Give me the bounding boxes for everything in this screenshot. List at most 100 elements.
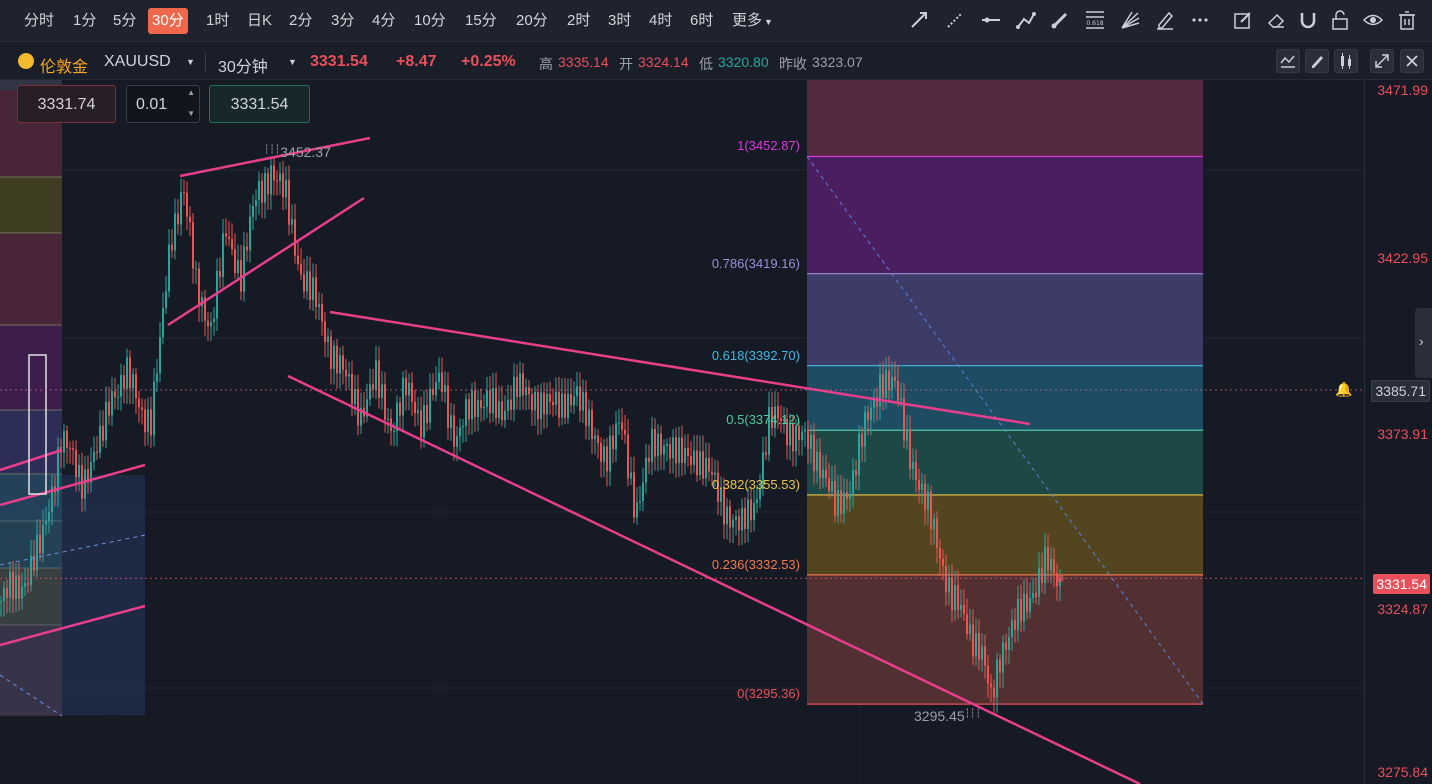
candle-body xyxy=(372,384,374,390)
candle-body xyxy=(63,430,65,453)
candle-body xyxy=(660,433,662,455)
brush-icon[interactable] xyxy=(1049,9,1071,31)
stepper-down-icon[interactable]: ▼ xyxy=(187,95,195,133)
trash-icon[interactable] xyxy=(1396,9,1418,31)
candle-body xyxy=(885,370,887,398)
tf-10min[interactable]: 10分 xyxy=(414,8,446,34)
candle-body xyxy=(234,249,236,273)
tf-2min[interactable]: 2分 xyxy=(289,8,312,34)
tf-20min[interactable]: 20分 xyxy=(516,8,548,34)
quantity-stepper[interactable]: 0.01 ▲ ▼ xyxy=(126,85,200,123)
candle-body xyxy=(324,321,326,343)
high-annotation: ┆┆┆3452.37 xyxy=(264,144,331,160)
eraser-icon[interactable] xyxy=(1265,9,1287,31)
candle-body xyxy=(111,391,113,416)
symbol-name[interactable]: 伦敦金 xyxy=(40,53,88,77)
candle-body xyxy=(18,575,20,599)
symbol-dropdown-icon[interactable]: ▼ xyxy=(186,57,195,67)
candle-body xyxy=(147,409,149,433)
tf-daily[interactable]: 日K xyxy=(247,8,272,34)
candle-body xyxy=(567,393,569,418)
candle-body xyxy=(1044,547,1046,584)
candle-body xyxy=(705,457,707,479)
lock-icon[interactable] xyxy=(1329,9,1351,31)
eye-icon[interactable] xyxy=(1362,9,1384,31)
candle-body xyxy=(519,373,521,397)
candle-body xyxy=(408,382,410,396)
divider xyxy=(205,53,206,71)
candle-body xyxy=(708,457,710,472)
candle-body xyxy=(906,429,908,441)
horizontal-line-icon[interactable] xyxy=(980,9,1002,31)
left-fib-band xyxy=(0,177,62,233)
candle-body xyxy=(237,260,239,273)
side-panel-toggle[interactable]: › xyxy=(1415,308,1432,378)
low-value: 3320.80 xyxy=(718,54,769,70)
candle-body xyxy=(819,451,821,479)
tf-more-menu[interactable]: 更多 ▼ xyxy=(732,8,773,34)
candle-body xyxy=(840,490,842,514)
price-axis[interactable]: 3471.99 3422.95 3373.91 3324.87 3275.84 … xyxy=(1364,80,1432,784)
candle-body xyxy=(351,373,353,405)
buy-price-box[interactable]: 3331.54 xyxy=(209,85,310,123)
tf-15min[interactable]: 15分 xyxy=(465,8,497,34)
period-dropdown-icon[interactable]: ▼ xyxy=(288,57,297,67)
alert-price-tag[interactable]: 3385.71 xyxy=(1371,380,1430,402)
candle-body xyxy=(36,534,38,571)
tf-4min[interactable]: 4分 xyxy=(372,8,395,34)
alarm-bell-icon[interactable]: 🔔 xyxy=(1335,381,1352,398)
ray-line-icon[interactable] xyxy=(944,9,966,31)
candle-body xyxy=(480,400,482,409)
indicator-button[interactable] xyxy=(1276,49,1300,73)
candle-body xyxy=(960,604,962,610)
candle-body xyxy=(42,524,44,554)
fib-level-label: 0.236(3332.53) xyxy=(711,556,800,572)
candle-body xyxy=(315,277,317,308)
pen-icon[interactable] xyxy=(1154,9,1176,31)
candle-body xyxy=(345,369,347,377)
tf-30min[interactable]: 30分 xyxy=(148,8,188,34)
tf-fenshi[interactable]: 分时 xyxy=(24,8,54,34)
magnet-icon[interactable] xyxy=(1297,9,1319,31)
candle-body xyxy=(189,216,191,223)
sell-price-box[interactable]: 3331.74 xyxy=(17,85,116,123)
tf-3h[interactable]: 3时 xyxy=(608,8,631,34)
high-label: 高 xyxy=(539,56,553,72)
candle-body xyxy=(177,213,179,225)
candle-body xyxy=(909,429,911,469)
candle-body xyxy=(108,401,110,416)
fan-icon[interactable] xyxy=(1119,9,1141,31)
y-tick-label: 3324.87 xyxy=(1377,601,1428,617)
last-price-dot xyxy=(1056,574,1064,583)
candle-body xyxy=(375,360,377,390)
fullscreen-button[interactable] xyxy=(1370,49,1394,73)
candle-body xyxy=(582,392,584,411)
candle-body xyxy=(1029,597,1031,612)
period-selector[interactable]: 30分钟 xyxy=(218,53,268,77)
candle-body xyxy=(540,392,542,420)
tf-6h[interactable]: 6时 xyxy=(690,8,713,34)
candle-body xyxy=(288,179,290,225)
candle-body xyxy=(246,246,248,251)
candle-body xyxy=(639,501,641,503)
tf-3min[interactable]: 3分 xyxy=(331,8,354,34)
candle-body xyxy=(987,665,989,684)
price-chart[interactable] xyxy=(0,80,1364,784)
symbol-code[interactable]: XAUUSD xyxy=(104,53,171,71)
candle-body xyxy=(756,499,758,504)
tf-1min[interactable]: 1分 xyxy=(73,8,96,34)
tf-5min[interactable]: 5分 xyxy=(113,8,136,34)
close-icon[interactable] xyxy=(1400,49,1424,73)
chart-type-button[interactable] xyxy=(1334,49,1358,73)
draw-toggle-button[interactable] xyxy=(1305,49,1329,73)
polyline-icon[interactable] xyxy=(1015,9,1037,31)
candle-body xyxy=(609,435,611,472)
trend-line-icon[interactable] xyxy=(908,9,930,31)
more-icon[interactable] xyxy=(1189,9,1211,31)
tf-2h[interactable]: 2时 xyxy=(567,8,590,34)
tf-1h[interactable]: 1时 xyxy=(206,8,229,34)
high-marker-icon: ┆┆┆ xyxy=(264,144,281,154)
edit-icon[interactable] xyxy=(1232,9,1254,31)
fibonacci-icon[interactable]: 0.618 xyxy=(1084,9,1106,31)
tf-4h[interactable]: 4时 xyxy=(649,8,672,34)
